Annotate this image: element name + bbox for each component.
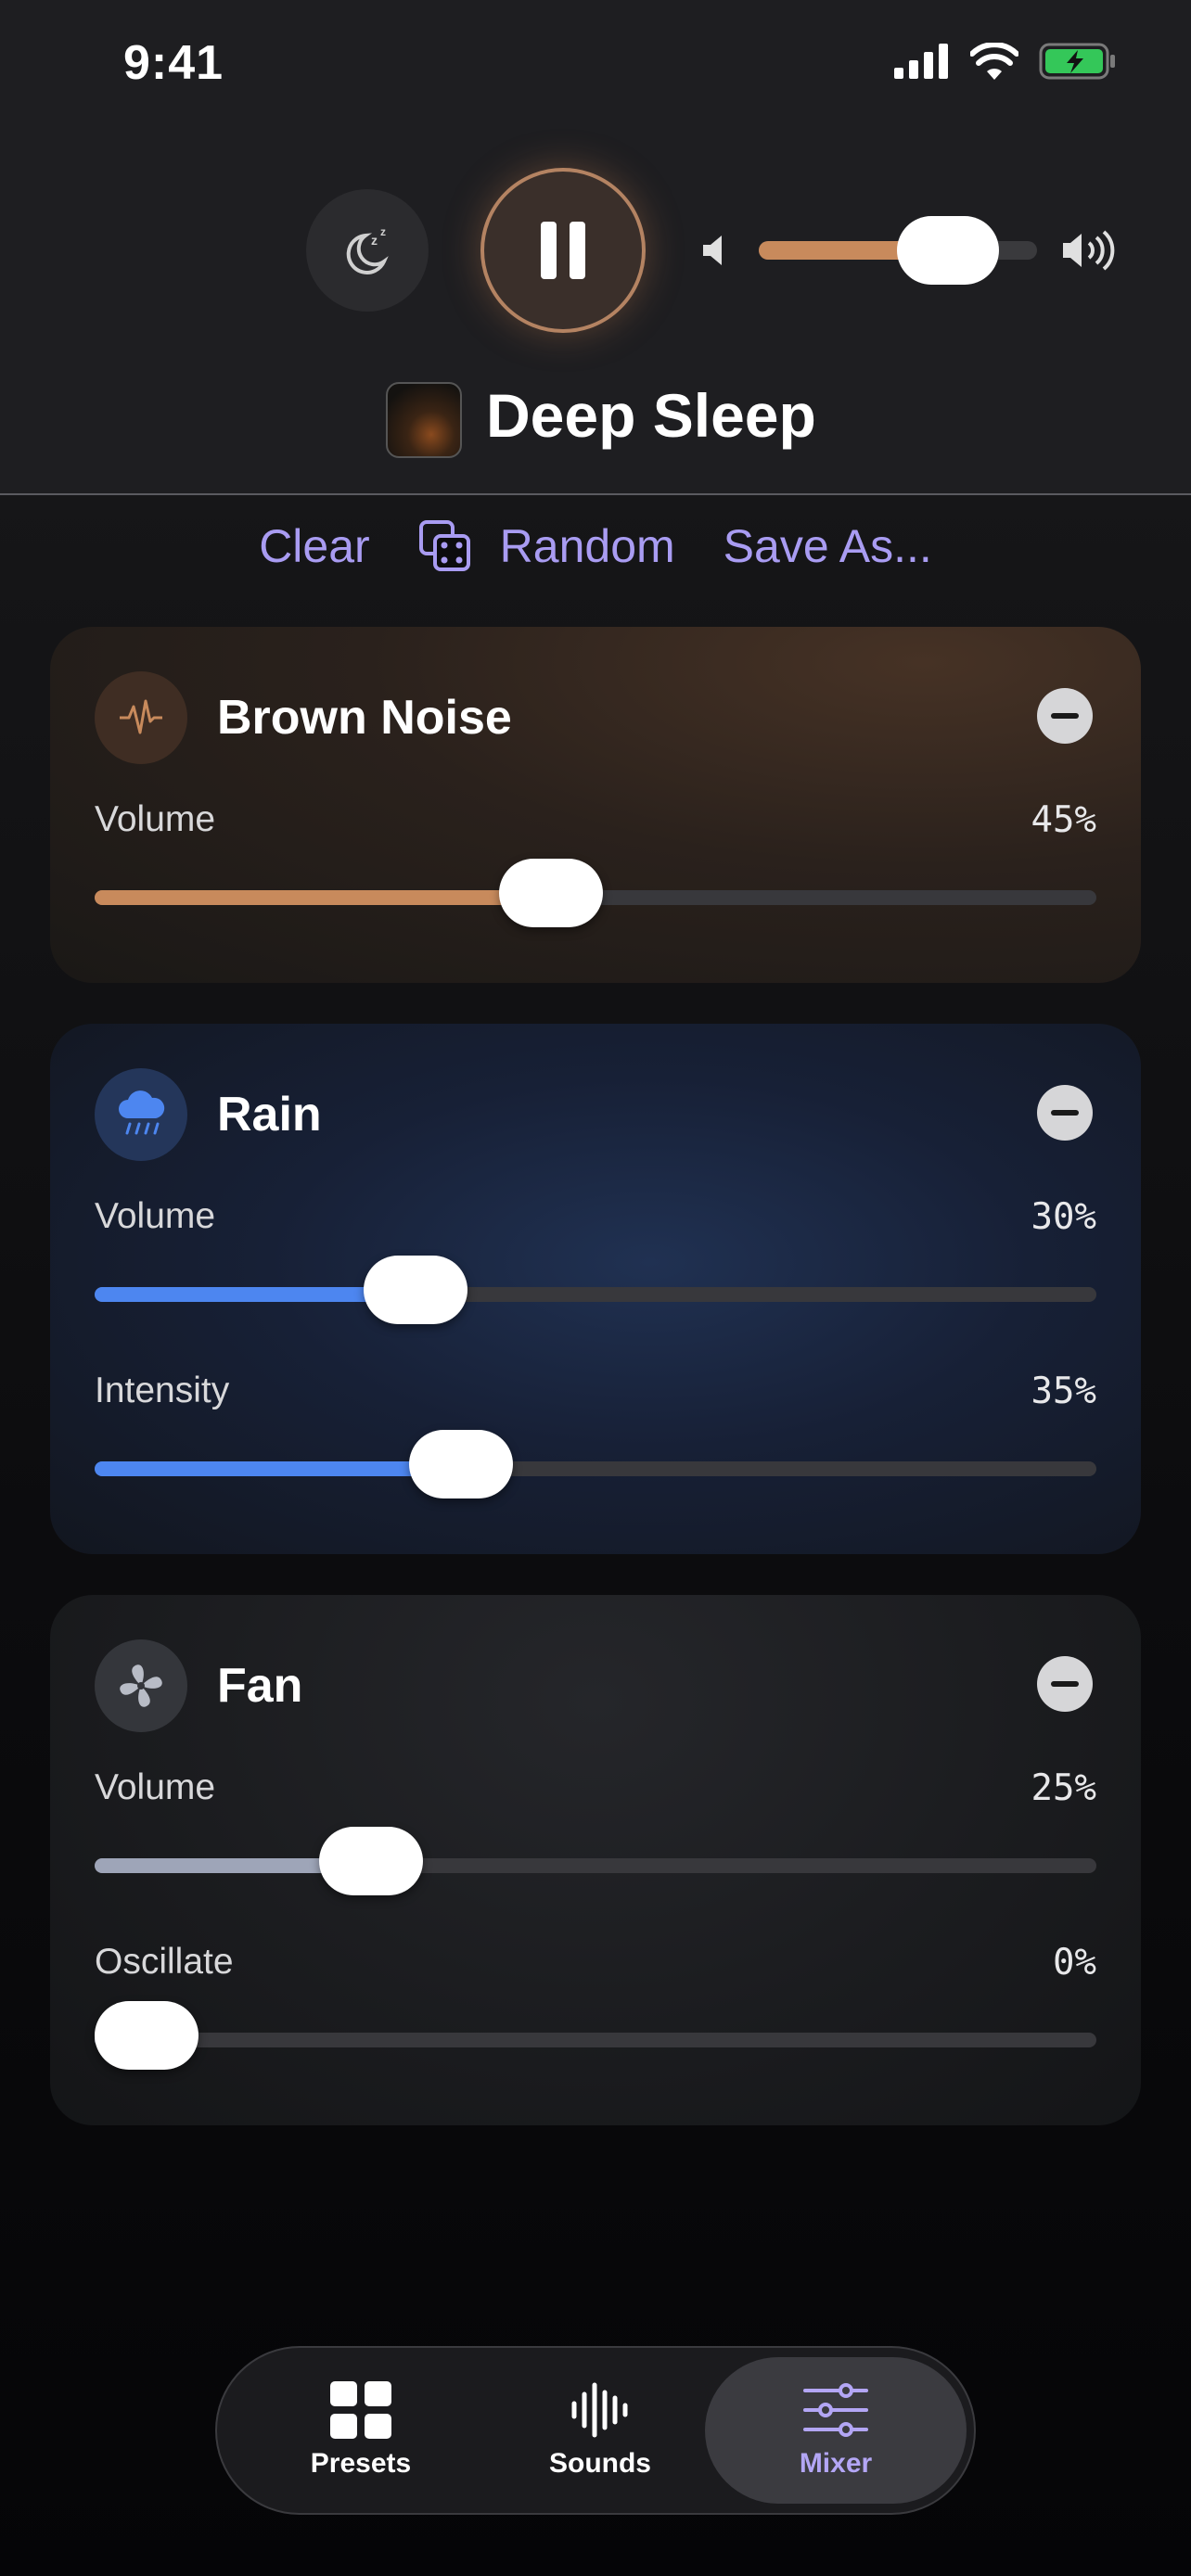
svg-text:z: z [380, 225, 386, 238]
control-value: 35% [1031, 1371, 1096, 1412]
moon-zzz-icon: z z [346, 225, 389, 274]
fan-icon [95, 1639, 187, 1732]
channel-card-rain: Rain Volume 30% Intensity 35% [50, 1024, 1141, 1554]
preset-artwork [386, 382, 462, 458]
mixer-actions: Clear Random Save As... [0, 519, 1191, 573]
slider-thumb[interactable] [364, 1256, 468, 1324]
channel-title: Rain [217, 1088, 322, 1141]
remove-channel-button[interactable] [1037, 1656, 1093, 1712]
control-value: 45% [1031, 799, 1096, 841]
svg-text:z: z [371, 233, 378, 248]
status-icons [894, 43, 1117, 80]
cellular-signal-icon [894, 44, 948, 79]
save-as-button[interactable]: Save As... [724, 519, 932, 573]
control-label: Volume [95, 1196, 216, 1236]
waveform-icon [571, 2382, 628, 2438]
channel-title: Brown Noise [217, 691, 512, 745]
dice-icon [418, 520, 470, 571]
slider-thumb[interactable] [408, 1430, 513, 1498]
waveform-icon [95, 671, 187, 764]
control-label: Volume [95, 799, 216, 839]
tab-bar: Presets Sounds Mixer [215, 2346, 976, 2515]
master-volume-thumb[interactable] [897, 216, 999, 285]
channel-card-brown-noise: Brown Noise Volume 45% [50, 627, 1141, 983]
sleep-timer-button[interactable]: z z [306, 189, 429, 312]
sliders-icon [803, 2383, 868, 2437]
remove-channel-button[interactable] [1037, 1085, 1093, 1141]
pause-button[interactable] [480, 168, 646, 333]
clear-button[interactable]: Clear [259, 519, 369, 573]
brown-noise-volume-slider[interactable] [95, 859, 1096, 927]
remove-channel-button[interactable] [1037, 688, 1093, 744]
random-button[interactable]: Random [418, 519, 675, 573]
tab-mixer[interactable]: Mixer [705, 2357, 967, 2504]
status-time: 9:41 [123, 36, 224, 90]
control-label: Volume [95, 1767, 216, 1807]
volume-low-icon [703, 236, 722, 265]
control-label: Oscillate [95, 1942, 234, 1982]
master-volume-slider[interactable] [759, 216, 1037, 285]
channel-title: Fan [217, 1659, 303, 1713]
slider-thumb[interactable] [498, 859, 603, 927]
control-label: Intensity [95, 1371, 230, 1410]
random-label: Random [499, 520, 675, 572]
fan-volume-slider[interactable] [95, 1827, 1096, 1895]
control-value: 25% [1031, 1767, 1096, 1809]
tab-presets[interactable]: Presets [273, 2357, 449, 2504]
grid-icon [330, 2381, 391, 2439]
minus-icon [1051, 1681, 1079, 1687]
channel-card-fan: Fan Volume 25% Oscillate 0% [50, 1595, 1141, 2125]
wifi-icon [970, 43, 1018, 80]
preset-title: Deep Sleep [486, 381, 816, 450]
minus-icon [1051, 713, 1079, 719]
tab-label: Mixer [799, 2448, 873, 2479]
pause-icon [570, 222, 585, 279]
control-value: 30% [1031, 1196, 1096, 1238]
control-value: 0% [1053, 1942, 1096, 1983]
minus-icon [1051, 1110, 1079, 1116]
tab-label: Sounds [549, 2448, 651, 2479]
cloud-rain-icon [95, 1068, 187, 1161]
slider-fill [95, 890, 551, 905]
slider-thumb[interactable] [95, 2001, 198, 2070]
pause-icon [541, 222, 557, 279]
battery-charging-icon [1039, 43, 1115, 80]
fan-oscillate-slider[interactable] [95, 2001, 1096, 2070]
tab-sounds[interactable]: Sounds [512, 2357, 688, 2504]
rain-intensity-slider[interactable] [95, 1430, 1096, 1498]
volume-high-icon [1063, 230, 1115, 271]
tab-label: Presets [310, 2448, 412, 2479]
slider-fill [95, 1461, 461, 1476]
slider-thumb[interactable] [319, 1827, 423, 1895]
rain-volume-slider[interactable] [95, 1256, 1096, 1324]
